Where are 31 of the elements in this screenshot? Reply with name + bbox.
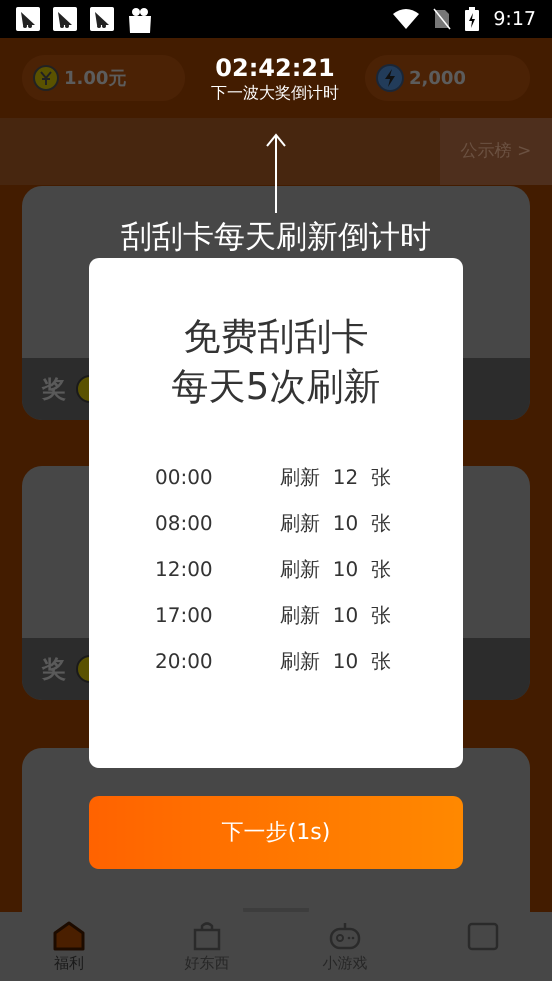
- refresh-count: 刷新 10 张: [280, 648, 391, 675]
- refresh-count: 刷新 10 张: [280, 556, 391, 583]
- energy-amount: 2,000: [409, 66, 466, 90]
- no-sim-icon: [433, 8, 452, 30]
- notification-icon: [90, 7, 114, 31]
- wifi-icon: [393, 9, 420, 29]
- notification-icon: [16, 7, 40, 31]
- dialog-title: 免费刮刮卡: [183, 314, 368, 360]
- refresh-time: 08:00: [155, 510, 214, 537]
- notification-icon: [53, 7, 77, 31]
- refresh-count: 刷新 10 张: [280, 602, 391, 629]
- yuan-coin-icon: [32, 64, 60, 92]
- dialog-title: 每天5次刷新: [172, 364, 380, 410]
- arrow-icon: [265, 133, 287, 213]
- battery-icon: [465, 7, 480, 31]
- countdown-timer: 02:42:21: [215, 53, 335, 83]
- cash-pill[interactable]: 1.00元: [22, 55, 185, 101]
- cash-amount: 1.00元: [64, 66, 126, 90]
- refresh-time: 12:00: [155, 556, 214, 583]
- shopping-bag-icon: [127, 5, 153, 33]
- energy-pill[interactable]: 2,000: [365, 55, 530, 101]
- lightning-coin-icon: [375, 63, 405, 93]
- refresh-time: 20:00: [155, 648, 214, 675]
- countdown-label: 下一波大奖倒计时: [211, 83, 339, 103]
- refresh-time: 17:00: [155, 602, 214, 629]
- refresh-count: 刷新 12 张: [280, 464, 391, 491]
- hint-text: 刮刮卡每天刷新倒计时: [120, 222, 432, 253]
- refresh-count: 刷新 10 张: [280, 510, 391, 537]
- refresh-time: 00:00: [155, 464, 214, 491]
- next-button[interactable]: 下一步(1s): [89, 796, 463, 869]
- clock-time: 9:17: [493, 6, 536, 32]
